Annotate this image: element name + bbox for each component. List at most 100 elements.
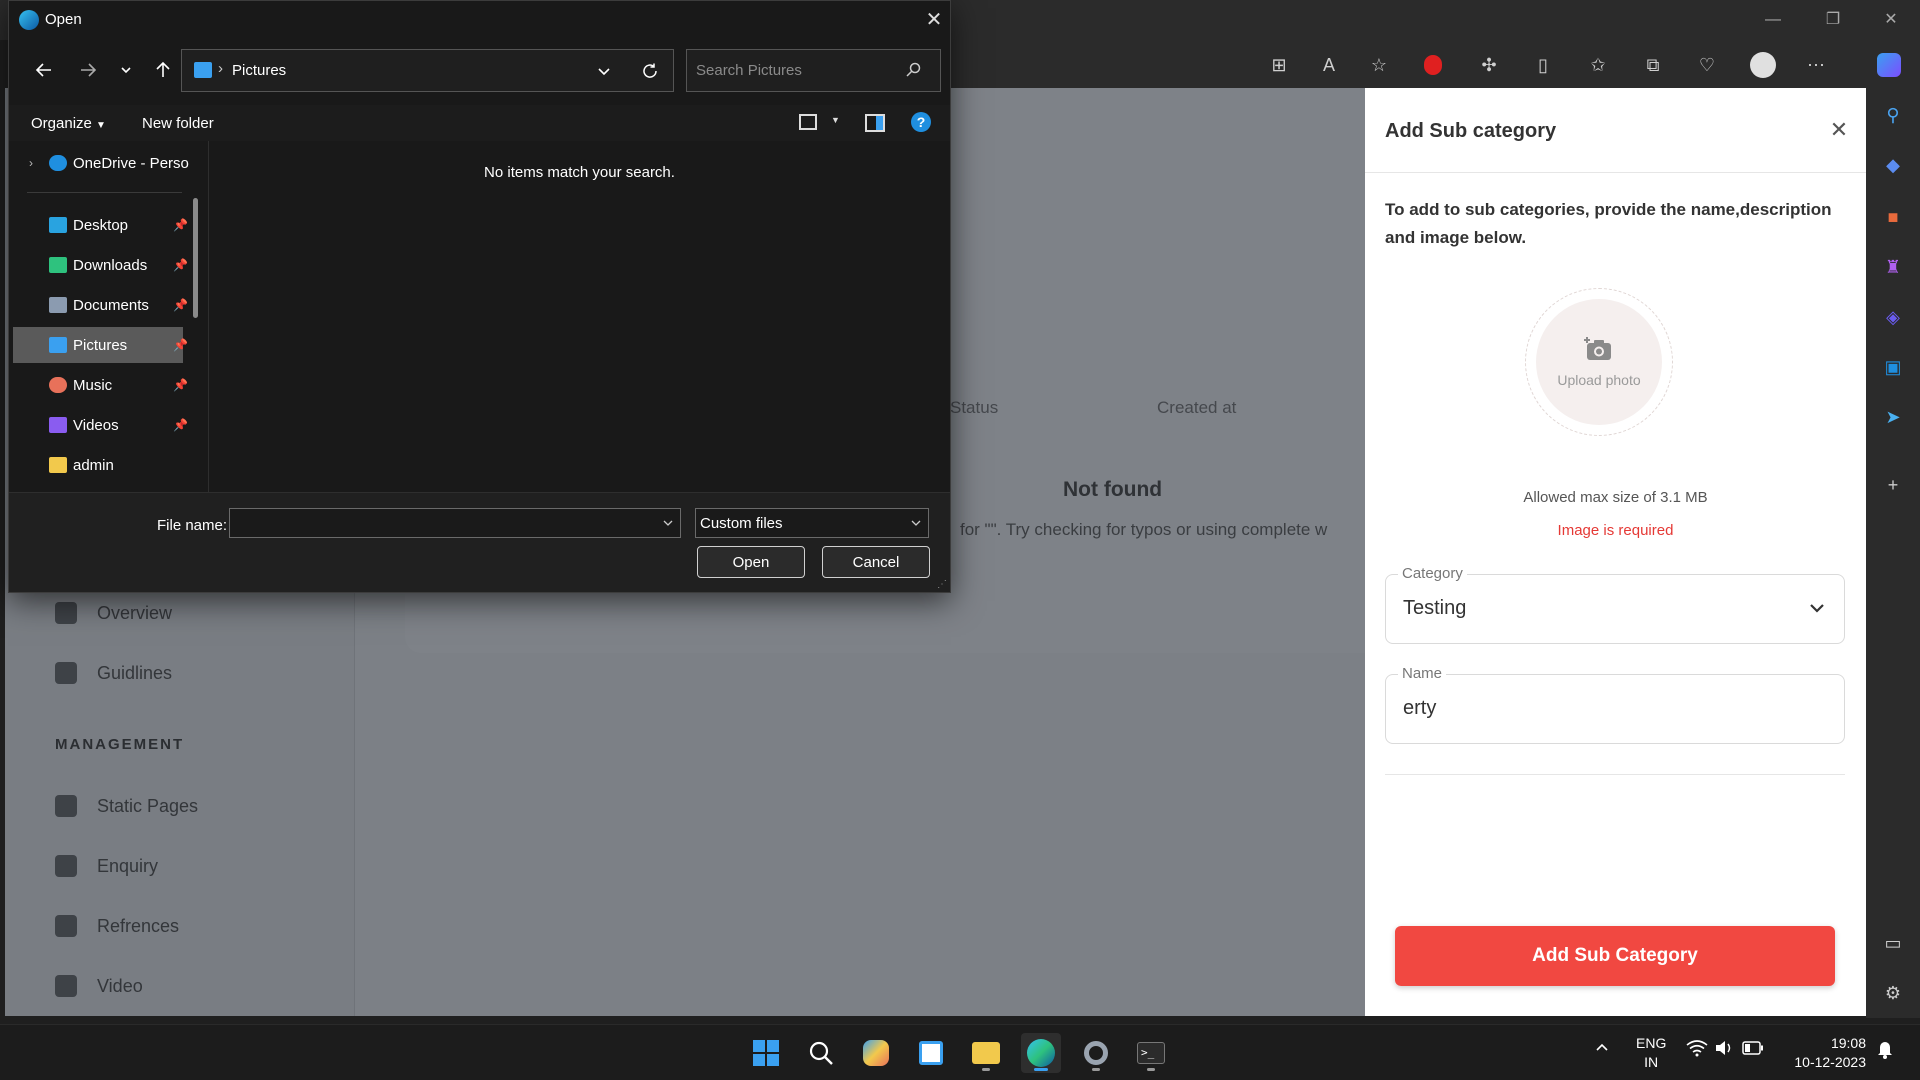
microsoft365-icon[interactable]: ◈ [1880, 304, 1906, 330]
category-select[interactable]: Category Testing [1385, 565, 1845, 644]
scrollbar-thumb[interactable] [193, 198, 198, 318]
games-icon[interactable]: ♜ [1880, 254, 1906, 280]
name-value[interactable]: erty [1403, 697, 1436, 720]
pictures-folder-icon [49, 337, 67, 353]
outlook-icon[interactable]: ▣ [1880, 354, 1906, 380]
close-icon[interactable]: ✕ [921, 7, 947, 33]
preview-pane-icon[interactable] [865, 114, 885, 132]
favorite-star-icon[interactable]: ☆ [1366, 52, 1392, 78]
command-bar: Organize ▼ New folder ▼ ? [9, 105, 950, 141]
edge-app-icon [19, 10, 39, 30]
up-arrow-icon[interactable] [150, 57, 176, 83]
address-dropdown-chevron-icon[interactable] [596, 63, 612, 84]
nav-item-enquiry[interactable]: Enquiry [55, 851, 158, 881]
view-chevron-icon[interactable]: ▼ [831, 115, 840, 125]
breadcrumb[interactable]: Pictures [232, 62, 286, 79]
sidebar-settings-icon[interactable]: ⚙ [1880, 980, 1906, 1006]
tree-item-music[interactable]: Music 📌 [13, 367, 191, 403]
copilot-pre-icon[interactable] [856, 1033, 896, 1073]
wifi-icon[interactable] [1686, 1039, 1708, 1060]
close-icon[interactable]: ✕ [1825, 116, 1853, 144]
terminal-icon[interactable]: >_ [1131, 1033, 1171, 1073]
tree-item-label: Desktop [73, 216, 129, 234]
recent-locations-chevron-icon[interactable] [113, 57, 139, 83]
pin-icon: 📌 [173, 418, 188, 432]
upload-photo-dropzone[interactable]: Upload photo [1525, 288, 1673, 436]
not-found-text: for "". Try checking for typos or using … [960, 520, 1328, 539]
search-icon[interactable] [801, 1033, 841, 1073]
tree-item-documents[interactable]: Documents 📌 [13, 287, 191, 323]
file-explorer-icon[interactable] [966, 1033, 1006, 1073]
battery-icon[interactable] [1742, 1041, 1764, 1058]
tree-item-desktop[interactable]: Desktop 📌 [13, 207, 191, 243]
name-label: Name [1398, 665, 1447, 682]
drop-icon[interactable]: ➤ [1880, 404, 1906, 430]
tree-item-onedrive[interactable]: › OneDrive - Perso [13, 145, 191, 181]
hide-sidebar-icon[interactable]: ▭ [1880, 930, 1906, 956]
divider [1385, 774, 1845, 775]
refresh-icon[interactable] [641, 62, 659, 85]
nav-item-references[interactable]: Refrences [55, 911, 179, 941]
input-language-indicator[interactable]: ENG IN [1636, 1034, 1666, 1072]
nav-item-label: Enquiry [97, 855, 159, 876]
chevron-down-icon: ▼ [96, 120, 106, 131]
minimize-icon[interactable]: — [1760, 8, 1786, 32]
cancel-button[interactable]: Cancel [822, 546, 930, 578]
nav-item-guidelines[interactable]: Guidlines [55, 658, 172, 688]
expand-chevron-icon[interactable]: › [29, 156, 33, 170]
tree-item-admin[interactable]: admin [13, 447, 191, 483]
show-hidden-icons-icon[interactable] [1594, 1039, 1610, 1058]
more-options-icon[interactable]: ⋯ [1803, 52, 1829, 78]
downloads-folder-icon [49, 257, 67, 273]
name-field[interactable]: Name erty [1385, 665, 1845, 744]
open-button[interactable]: Open [697, 546, 805, 578]
tree-item-pictures[interactable]: Pictures 📌 [13, 327, 188, 363]
view-options-icon[interactable] [799, 114, 817, 130]
profile-avatar-icon[interactable] [1750, 52, 1776, 78]
tree-item-videos[interactable]: Videos 📌 [13, 407, 191, 443]
collections-icon[interactable]: ⧉ [1640, 52, 1666, 78]
add-sidebar-app-icon[interactable]: + [1880, 472, 1906, 498]
tree-item-downloads[interactable]: Downloads 📌 [13, 247, 191, 283]
volume-icon[interactable] [1714, 1039, 1734, 1060]
read-aloud-icon[interactable]: A [1316, 52, 1342, 78]
clock[interactable]: 19:08 10-12-2023 [1786, 1034, 1866, 1072]
organize-menu[interactable]: Organize ▼ [31, 115, 106, 132]
divider [1365, 172, 1866, 173]
apps-icon[interactable]: ⊞ [1266, 52, 1292, 78]
nav-item-overview[interactable]: Overview [55, 598, 172, 628]
new-folder-button[interactable]: New folder [142, 115, 214, 132]
file-type-select[interactable]: Custom files [695, 508, 929, 538]
settings-icon[interactable] [1076, 1033, 1116, 1073]
edge-icon[interactable] [1021, 1033, 1061, 1073]
notification-bell-icon[interactable] [1876, 1039, 1894, 1062]
tree-item-label: Downloads [73, 256, 148, 274]
browser-essentials-icon[interactable]: ♡ [1694, 52, 1720, 78]
close-window-icon[interactable]: ✕ [1878, 8, 1904, 32]
shopping-tag-icon[interactable]: ◆ [1880, 152, 1906, 178]
search-input[interactable]: Search Pictures [686, 49, 941, 92]
upload-photo-button[interactable]: Upload photo [1536, 299, 1662, 425]
address-bar[interactable]: › Pictures [181, 49, 674, 92]
favorites-icon[interactable]: ✩ [1585, 52, 1611, 78]
forward-arrow-icon[interactable] [75, 57, 101, 83]
table-header-created-at: Created at [1157, 398, 1237, 417]
add-sub-category-button[interactable]: Add Sub Category [1395, 926, 1835, 986]
search-icon[interactable]: ⚲ [1880, 102, 1906, 128]
resize-grip-icon[interactable]: ⋰ [937, 579, 947, 590]
tools-icon[interactable]: ■ [1880, 204, 1906, 230]
back-arrow-icon[interactable] [31, 57, 57, 83]
nav-item-static-pages[interactable]: Static Pages [55, 791, 198, 821]
chevron-down-icon[interactable] [662, 517, 674, 529]
pin-icon: 📌 [173, 338, 188, 352]
restore-icon[interactable]: ❐ [1820, 8, 1846, 32]
help-icon[interactable]: ? [911, 112, 931, 132]
file-name-input[interactable] [229, 508, 681, 538]
split-screen-icon[interactable]: ▯ [1530, 52, 1556, 78]
start-icon[interactable] [746, 1033, 786, 1073]
store-icon[interactable] [911, 1033, 951, 1073]
copilot-icon[interactable] [1876, 52, 1902, 78]
extensions-icon[interactable]: ✣ [1476, 52, 1502, 78]
nav-item-video[interactable]: Video [55, 971, 143, 1001]
extension-hand-icon[interactable] [1420, 52, 1446, 78]
